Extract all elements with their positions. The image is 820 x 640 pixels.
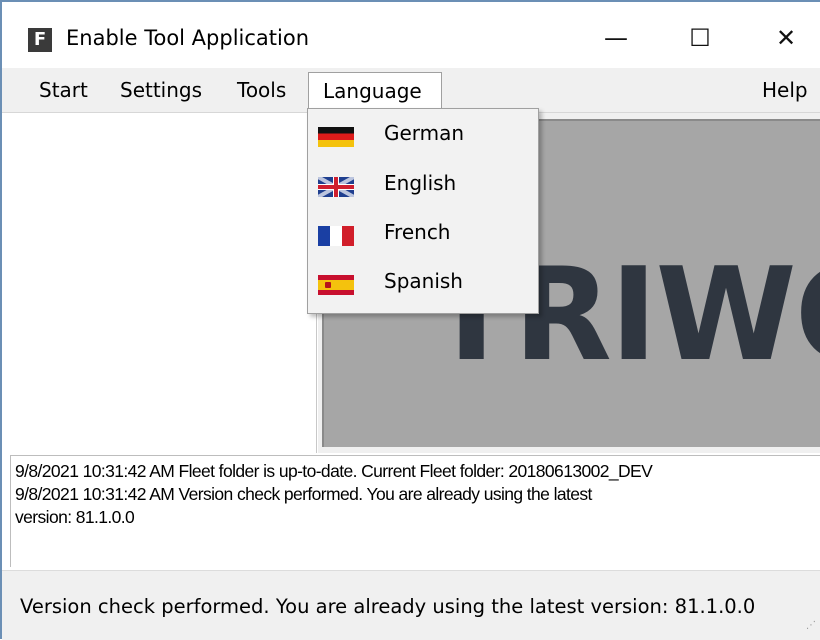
uk-flag-icon (318, 177, 354, 197)
language-dropdown: German English French Spanish (307, 108, 539, 314)
language-option-label: German (384, 121, 465, 145)
minimize-icon: — (604, 24, 628, 52)
status-bar: Version check performed. You are already… (2, 570, 820, 640)
language-option-german[interactable]: German (308, 111, 538, 159)
language-option-label: French (384, 220, 451, 244)
menu-language[interactable]: Language (308, 72, 442, 112)
log-output[interactable]: 9/8/2021 10:31:42 AM Fleet folder is up-… (10, 455, 820, 567)
menu-start[interactable]: Start (39, 68, 88, 112)
log-line: version: 81.1.0.0 (15, 507, 135, 527)
status-text: Version check performed. You are already… (20, 595, 756, 618)
menu-bar: Start Settings Tools Language Help (2, 68, 820, 113)
menu-settings[interactable]: Settings (120, 68, 202, 112)
window-title: Enable Tool Application (66, 26, 310, 50)
left-panel (2, 113, 317, 453)
spain-flag-icon (318, 275, 354, 295)
language-option-english[interactable]: English (308, 161, 538, 209)
maximize-button[interactable]: ☐ (670, 16, 730, 60)
france-flag-icon (318, 226, 354, 246)
app-icon: F (28, 28, 52, 52)
maximize-icon: ☐ (689, 24, 711, 52)
title-bar[interactable]: F Enable Tool Application — ☐ ✕ (2, 2, 820, 67)
menu-tools[interactable]: Tools (237, 68, 286, 112)
close-icon: ✕ (775, 24, 797, 52)
germany-flag-icon (318, 127, 354, 147)
log-line: 9/8/2021 10:31:42 AM Fleet folder is up-… (15, 461, 653, 481)
resize-grip-icon[interactable]: ⋰ (802, 621, 816, 636)
language-option-label: English (384, 171, 457, 195)
log-line: 9/8/2021 10:31:42 AM Version check perfo… (15, 484, 592, 504)
language-option-label: Spanish (384, 269, 463, 293)
close-button[interactable]: ✕ (756, 16, 816, 60)
language-option-spanish[interactable]: Spanish (308, 259, 538, 307)
minimize-button[interactable]: — (586, 16, 646, 60)
menu-help[interactable]: Help (762, 68, 808, 112)
language-option-french[interactable]: French (308, 210, 538, 258)
